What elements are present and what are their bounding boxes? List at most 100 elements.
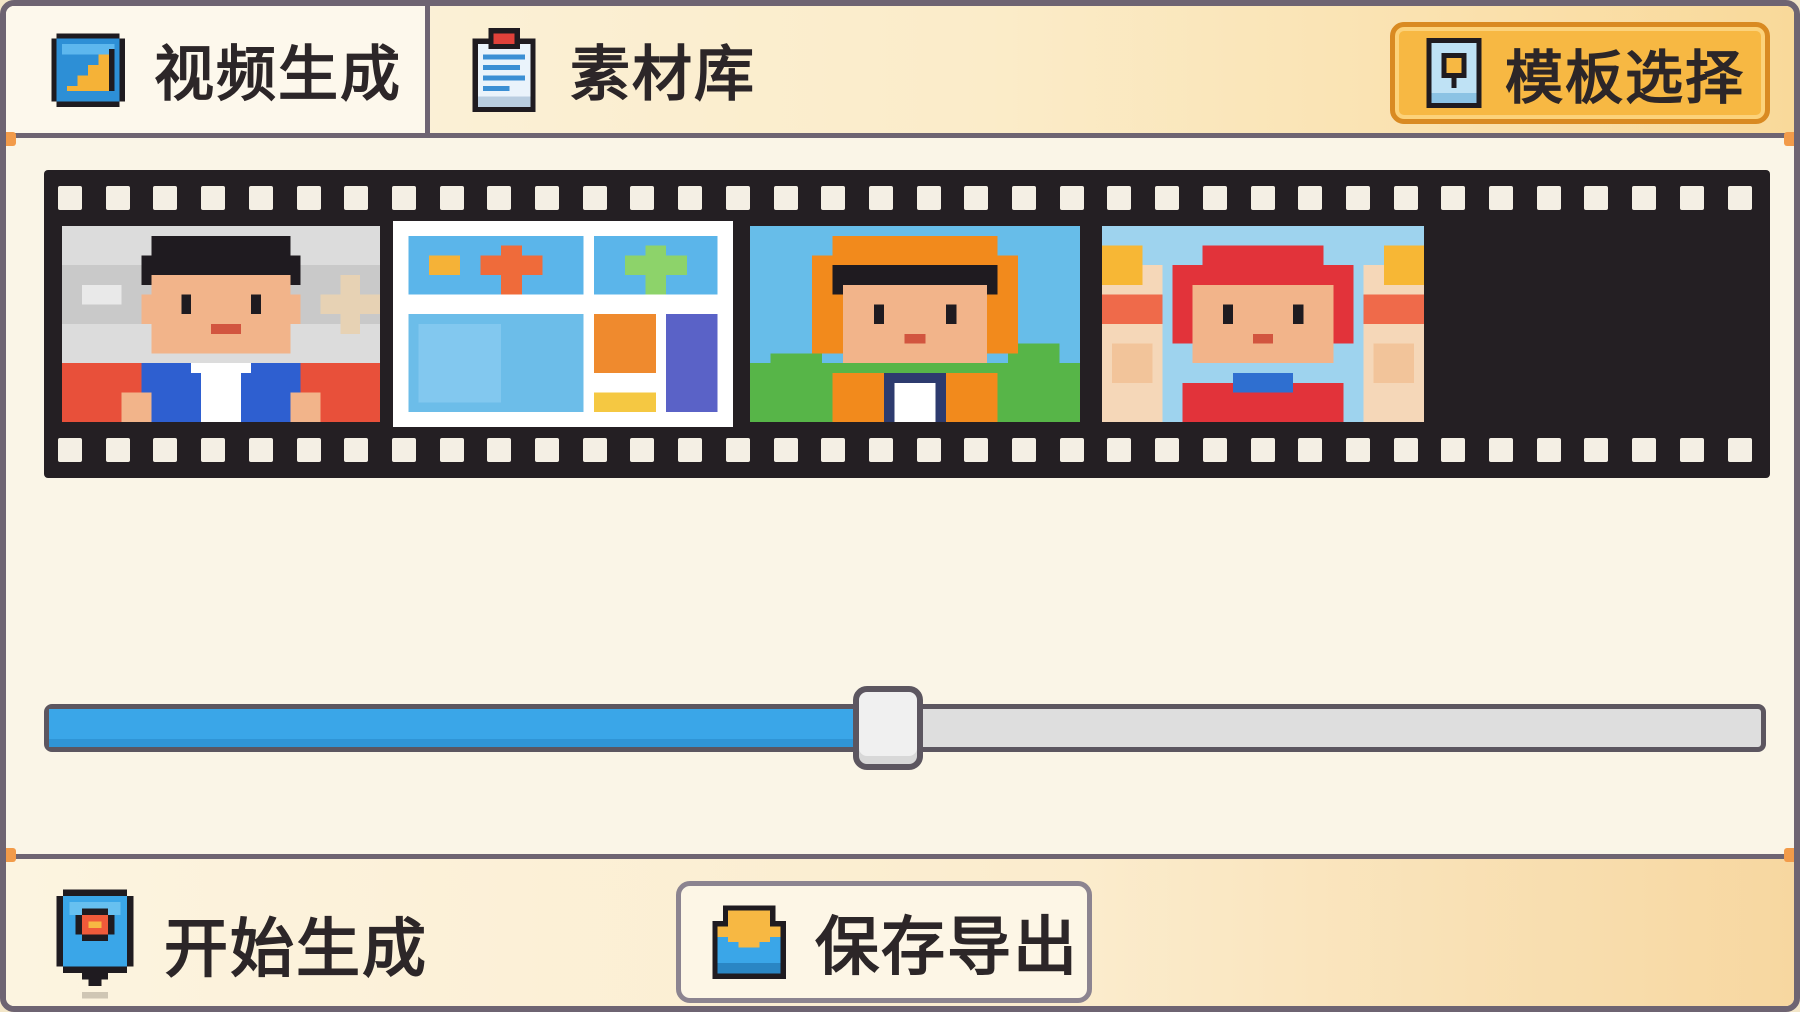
film-sprocket-hole	[439, 186, 464, 210]
film-sprocket-hole	[1298, 186, 1323, 210]
clip-man-blue-suit-thumbnail	[62, 226, 380, 422]
film-sprocket-hole	[964, 186, 989, 210]
film-sprocket-hole	[248, 186, 273, 210]
frame-corner-rivet	[1784, 132, 1794, 146]
film-sprocket-hole	[1679, 186, 1704, 210]
film-sprocket-hole	[1632, 438, 1657, 462]
film-sprocket-hole	[439, 438, 464, 462]
film-clip-2[interactable]	[393, 221, 733, 427]
film-sprocket-hole	[1345, 438, 1370, 462]
film-sprocket-hole	[1202, 438, 1227, 462]
clip-layout-blocks-thumbnail	[398, 226, 728, 422]
film-sprocket-hole	[58, 186, 82, 210]
film-sprocket-hole	[1012, 438, 1036, 462]
film-sprocket-hole	[1679, 438, 1704, 462]
film-sprocket-hole	[678, 438, 703, 462]
film-sprocket-hole	[1202, 186, 1227, 210]
film-sprocket-hole	[391, 438, 416, 462]
tab-material-library[interactable]: 素材库	[462, 6, 902, 133]
film-sprocket-hole	[916, 438, 941, 462]
film-sprocket-hole	[1107, 438, 1132, 462]
film-clip-3[interactable]	[750, 226, 1080, 422]
tab-material-library-label: 素材库	[570, 40, 756, 110]
film-sprocket-hole	[535, 438, 559, 462]
envelope-icon	[712, 905, 786, 979]
film-sprocket-hole	[105, 186, 130, 210]
film-sprocket-hole	[868, 438, 893, 462]
frame-corner-rivet	[6, 132, 16, 146]
film-sprocket-hole	[1489, 186, 1513, 210]
film-sprocket-hole	[821, 186, 846, 210]
film-sprocket-hole	[630, 438, 655, 462]
film-sprocket-hole	[296, 186, 321, 210]
film-sprocket-hole	[1393, 438, 1418, 462]
video-gen-icon	[51, 32, 125, 107]
film-sprocket-hole	[153, 186, 178, 210]
film-sprocket-hole	[487, 186, 512, 210]
film-sprocket-hole	[296, 438, 321, 462]
template-select-label: 模板选择	[1505, 44, 1746, 112]
film-sprocket-hole	[1441, 186, 1466, 210]
film-sprocket-hole	[678, 186, 703, 210]
film-sprocket-hole	[1250, 438, 1275, 462]
location-pin-icon	[56, 889, 134, 999]
film-sprocket-hole	[725, 438, 750, 462]
film-sprocket-hole	[1536, 438, 1561, 462]
film-sprocket-hole	[1584, 186, 1609, 210]
clip-red-hat-thumbnail	[1102, 226, 1424, 422]
film-sprocket-hole	[201, 438, 226, 462]
film-sprocket-hole	[773, 186, 798, 210]
film-sprocket-hole	[582, 186, 607, 210]
film-sprocket-hole	[105, 438, 130, 462]
film-sprocket-hole	[1155, 438, 1180, 462]
start-generation-button[interactable]: 开始生成	[50, 889, 428, 999]
film-sprocket-hole	[1727, 186, 1752, 210]
frame-corner-rivet	[6, 848, 16, 862]
film-sprocket-hole	[1107, 186, 1132, 210]
film-sprocket-hole	[344, 186, 369, 210]
save-export-button[interactable]: 保存导出	[676, 881, 1092, 1003]
clip-orange-hood-thumbnail	[750, 226, 1080, 422]
template-select-button[interactable]: 模板选择	[1390, 22, 1770, 124]
film-sprocket-hole	[582, 438, 607, 462]
clipboard-icon	[472, 27, 536, 112]
film-sprocket-holes-top	[44, 186, 1770, 212]
film-clip-4[interactable]	[1102, 226, 1424, 422]
film-sprocket-hole	[535, 186, 559, 210]
app-window: 视频生成 素材库 模板选择 开始生成 保存导出	[0, 0, 1800, 1012]
film-sprocket-hole	[58, 438, 82, 462]
film-sprocket-hole	[1250, 186, 1275, 210]
film-sprocket-hole	[1632, 186, 1657, 210]
film-sprocket-hole	[1489, 438, 1513, 462]
start-generation-label: 开始生成	[164, 913, 428, 987]
film-sprocket-hole	[868, 186, 893, 210]
film-sprocket-hole	[1393, 186, 1418, 210]
bottom-toolbar: 开始生成 保存导出	[6, 854, 1794, 1006]
film-sprocket-hole	[248, 438, 273, 462]
film-sprocket-hole	[153, 438, 178, 462]
film-sprocket-hole	[821, 438, 846, 462]
film-sprocket-hole	[1298, 438, 1323, 462]
top-toolbar: 视频生成 素材库 模板选择	[6, 6, 1794, 138]
save-export-label: 保存导出	[815, 911, 1079, 985]
film-sprocket-hole	[1012, 186, 1036, 210]
film-sprocket-hole	[1727, 438, 1752, 462]
film-sprocket-hole	[1536, 186, 1561, 210]
tab-video-generation[interactable]: 视频生成	[6, 6, 430, 133]
film-sprocket-hole	[773, 438, 798, 462]
film-sprocket-hole	[1441, 438, 1466, 462]
timeline-slider-handle[interactable]	[852, 686, 923, 770]
film-sprocket-hole	[1155, 186, 1180, 210]
timeline-progress-fill	[49, 709, 888, 747]
tab-video-generation-label: 视频生成	[154, 40, 402, 110]
film-sprocket-hole	[725, 186, 750, 210]
film-strip-timeline	[44, 170, 1770, 478]
film-sprocket-holes-bottom	[44, 438, 1770, 464]
film-clip-1[interactable]	[62, 226, 380, 422]
film-sprocket-hole	[964, 438, 989, 462]
film-sprocket-hole	[201, 186, 226, 210]
film-sprocket-hole	[1059, 438, 1084, 462]
film-sprocket-hole	[1345, 186, 1370, 210]
film-sprocket-hole	[344, 438, 369, 462]
template-icon	[1426, 38, 1482, 108]
